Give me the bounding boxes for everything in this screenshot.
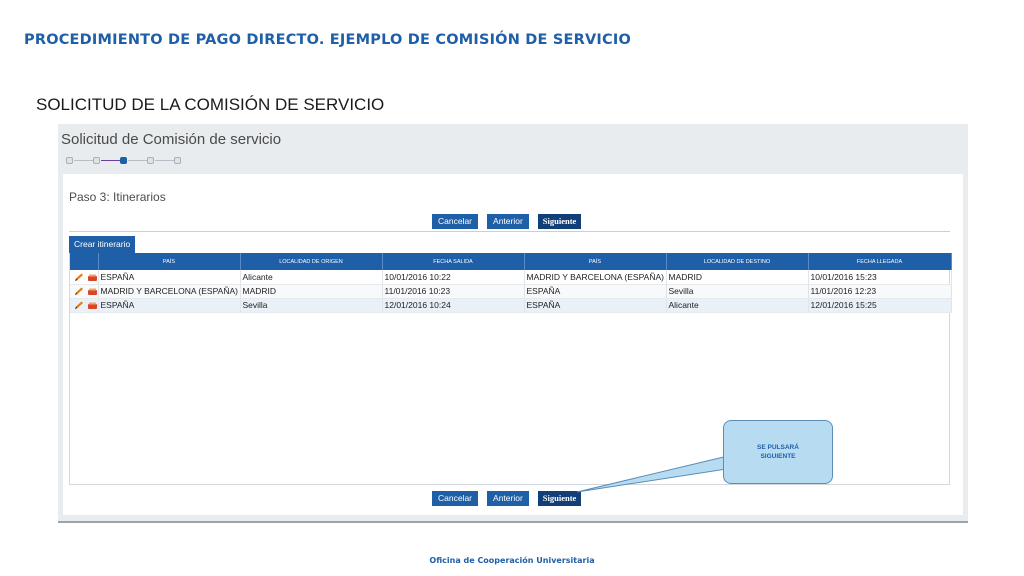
column-header[interactable]: LOCALIDAD DE ORIGEN bbox=[240, 253, 383, 270]
delete-icon[interactable] bbox=[87, 273, 97, 282]
previous-button[interactable]: Anterior bbox=[487, 214, 529, 229]
column-header[interactable]: FECHA LLEGADA bbox=[808, 253, 952, 270]
callout-note: SE PULSARÁ SIGUIENTE bbox=[723, 420, 833, 484]
stepper-line bbox=[155, 160, 175, 161]
step-title: Paso 3: Itinerarios bbox=[69, 190, 166, 204]
column-header[interactable]: FECHA SALIDA bbox=[382, 253, 525, 270]
bottom-button-bar: Cancelar Anterior Siguiente bbox=[432, 491, 582, 506]
pencil-icon[interactable] bbox=[74, 273, 85, 282]
grid-header-row: PAÍS LOCALIDAD DE ORIGEN FECHA SALIDA PA… bbox=[70, 253, 952, 270]
column-header[interactable]: PAÍS bbox=[98, 253, 241, 270]
top-button-bar: Cancelar Anterior Siguiente bbox=[432, 214, 582, 229]
cell-pais-destino: ESPAÑA bbox=[524, 298, 667, 313]
step-5 bbox=[174, 157, 181, 164]
step-1 bbox=[66, 157, 73, 164]
cell-pais-destino: ESPAÑA bbox=[524, 284, 667, 299]
pencil-icon[interactable] bbox=[74, 287, 85, 296]
actions-header bbox=[70, 253, 99, 270]
next-button-bottom[interactable]: Siguiente bbox=[537, 491, 582, 506]
pencil-icon[interactable] bbox=[74, 301, 85, 310]
column-header[interactable]: PAÍS bbox=[524, 253, 667, 270]
cell-pais-origen: ESPAÑA bbox=[98, 270, 241, 285]
cell-pais-destino: MADRID Y BARCELONA (ESPAÑA) bbox=[524, 270, 667, 285]
delete-icon[interactable] bbox=[87, 301, 97, 310]
stepper-line bbox=[74, 160, 94, 161]
cell-localidad-origen: Sevilla bbox=[240, 298, 383, 313]
step-2 bbox=[93, 157, 100, 164]
next-button[interactable]: Siguiente bbox=[537, 214, 582, 229]
cell-localidad-destino: Alicante bbox=[666, 298, 809, 313]
cell-fecha-salida: 12/01/2016 10:24 bbox=[382, 298, 525, 313]
row-actions bbox=[70, 298, 99, 313]
cell-localidad-destino: Sevilla bbox=[666, 284, 809, 299]
app-title: Solicitud de Comisión de servicio bbox=[61, 131, 282, 148]
previous-button-bottom[interactable]: Anterior bbox=[487, 491, 529, 506]
column-header[interactable]: LOCALIDAD DE DESTINO bbox=[666, 253, 809, 270]
create-itinerary-tab[interactable]: Crear itinerario bbox=[69, 236, 136, 253]
callout-line-2: SIGUIENTE bbox=[760, 453, 796, 460]
delete-icon[interactable] bbox=[87, 287, 97, 296]
table-row[interactable]: ESPAÑA Alicante 10/01/2016 10:22 MADRID … bbox=[70, 270, 952, 285]
cell-localidad-origen: MADRID bbox=[240, 284, 383, 299]
step-3-current bbox=[120, 157, 127, 164]
stepper-line bbox=[128, 160, 148, 161]
cell-pais-origen: ESPAÑA bbox=[98, 298, 241, 313]
slide-title: PROCEDIMIENTO DE PAGO DIRECTO. EJEMPLO D… bbox=[24, 32, 631, 48]
progress-stepper bbox=[66, 156, 181, 166]
cancel-button[interactable]: Cancelar bbox=[432, 214, 479, 229]
cell-fecha-salida: 11/01/2016 10:23 bbox=[382, 284, 525, 299]
table-row[interactable]: ESPAÑA Sevilla 12/01/2016 10:24 ESPAÑA A… bbox=[70, 298, 952, 313]
divider bbox=[69, 231, 950, 232]
cell-pais-origen: MADRID Y BARCELONA (ESPAÑA) bbox=[98, 284, 241, 299]
row-actions bbox=[70, 270, 99, 285]
callout-line-1: SE PULSARÁ bbox=[757, 444, 799, 451]
row-actions bbox=[70, 284, 99, 299]
cell-fecha-llegada: 11/01/2016 12:23 bbox=[808, 284, 952, 299]
cell-fecha-llegada: 10/01/2016 15:23 bbox=[808, 270, 952, 285]
cell-fecha-salida: 10/01/2016 10:22 bbox=[382, 270, 525, 285]
stepper-line bbox=[101, 160, 121, 161]
step-4 bbox=[147, 157, 154, 164]
cell-localidad-origen: Alicante bbox=[240, 270, 383, 285]
cancel-button-bottom[interactable]: Cancelar bbox=[432, 491, 479, 506]
cell-fecha-llegada: 12/01/2016 15:25 bbox=[808, 298, 952, 313]
footer-text: Oficina de Cooperación Universitaria bbox=[429, 556, 595, 565]
table-row[interactable]: MADRID Y BARCELONA (ESPAÑA) MADRID 11/01… bbox=[70, 284, 952, 299]
section-title: SOLICITUD DE LA COMISIÓN DE SERVICIO bbox=[36, 95, 385, 114]
cell-localidad-destino: MADRID bbox=[666, 270, 809, 285]
